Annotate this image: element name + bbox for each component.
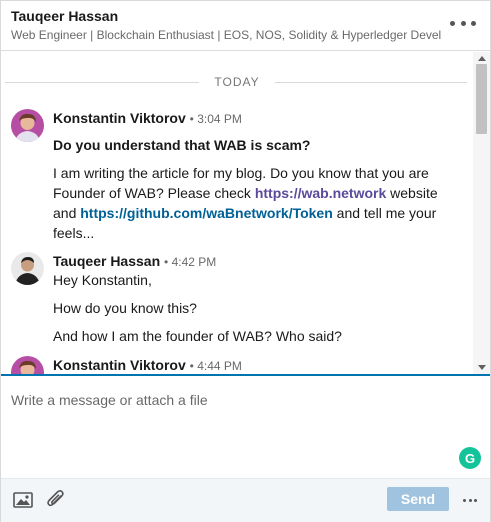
message-list-scrollbar[interactable] xyxy=(473,52,490,374)
send-button[interactable]: Send xyxy=(387,487,449,511)
message-time: 4:44 PM xyxy=(197,359,242,373)
message-list[interactable]: TODAY Konstantin Viktorov • 3:04 PM Do y… xyxy=(1,52,490,374)
date-divider: TODAY xyxy=(1,73,471,91)
author-name[interactable]: Konstantin Viktorov xyxy=(53,110,186,126)
author-name[interactable]: Konstantin Viktorov xyxy=(53,357,186,373)
message-text: And how I am the founder of WAB? Who sai… xyxy=(53,328,342,344)
grammarly-icon[interactable]: G xyxy=(459,447,481,469)
message-author[interactable]: Tauqeer Hassan • 4:42 PM xyxy=(53,253,216,269)
messaging-window: Tauqeer Hassan Web Engineer | Blockchain… xyxy=(0,0,491,522)
message-link[interactable]: https://github.com/waBnetwork/Token xyxy=(80,205,333,221)
scrollbar-thumb[interactable] xyxy=(476,64,487,134)
message-author[interactable]: Konstantin Viktorov • 4:44 PM xyxy=(53,357,242,373)
scroll-up-icon[interactable] xyxy=(478,56,486,61)
more-options-icon[interactable] xyxy=(450,13,476,33)
message-time: 3:04 PM xyxy=(197,112,242,126)
avatar[interactable] xyxy=(11,356,44,374)
paperclip-icon[interactable] xyxy=(46,489,68,511)
message-text: Do you understand that WAB is scam? xyxy=(53,137,311,153)
message-link[interactable]: https://wab.network xyxy=(255,185,386,201)
compose-options-icon[interactable] xyxy=(463,499,477,503)
message-time: 4:42 PM xyxy=(171,255,217,269)
recipient-name[interactable]: Tauqeer Hassan xyxy=(11,8,118,24)
message-author[interactable]: Konstantin Viktorov • 3:04 PM xyxy=(53,110,242,126)
compose-placeholder[interactable]: Write a message or attach a file xyxy=(11,392,208,408)
message-text: Hey Konstantin, xyxy=(53,272,152,288)
message-text: I am writing the article for my blog. Do… xyxy=(53,165,438,241)
scroll-down-icon[interactable] xyxy=(478,365,486,370)
compose-footer: Send xyxy=(1,478,490,522)
recipient-headline: Web Engineer | Blockchain Enthusiast | E… xyxy=(11,28,441,42)
conversation-header: Tauqeer Hassan Web Engineer | Blockchain… xyxy=(1,1,490,51)
message-compose-area[interactable]: Write a message or attach a file xyxy=(1,376,490,478)
avatar[interactable] xyxy=(11,252,44,285)
avatar[interactable] xyxy=(11,109,44,142)
author-name[interactable]: Tauqeer Hassan xyxy=(53,253,160,269)
message-text: How do you know this? xyxy=(53,300,197,316)
image-icon[interactable] xyxy=(12,489,34,511)
date-divider-label: TODAY xyxy=(214,75,260,89)
